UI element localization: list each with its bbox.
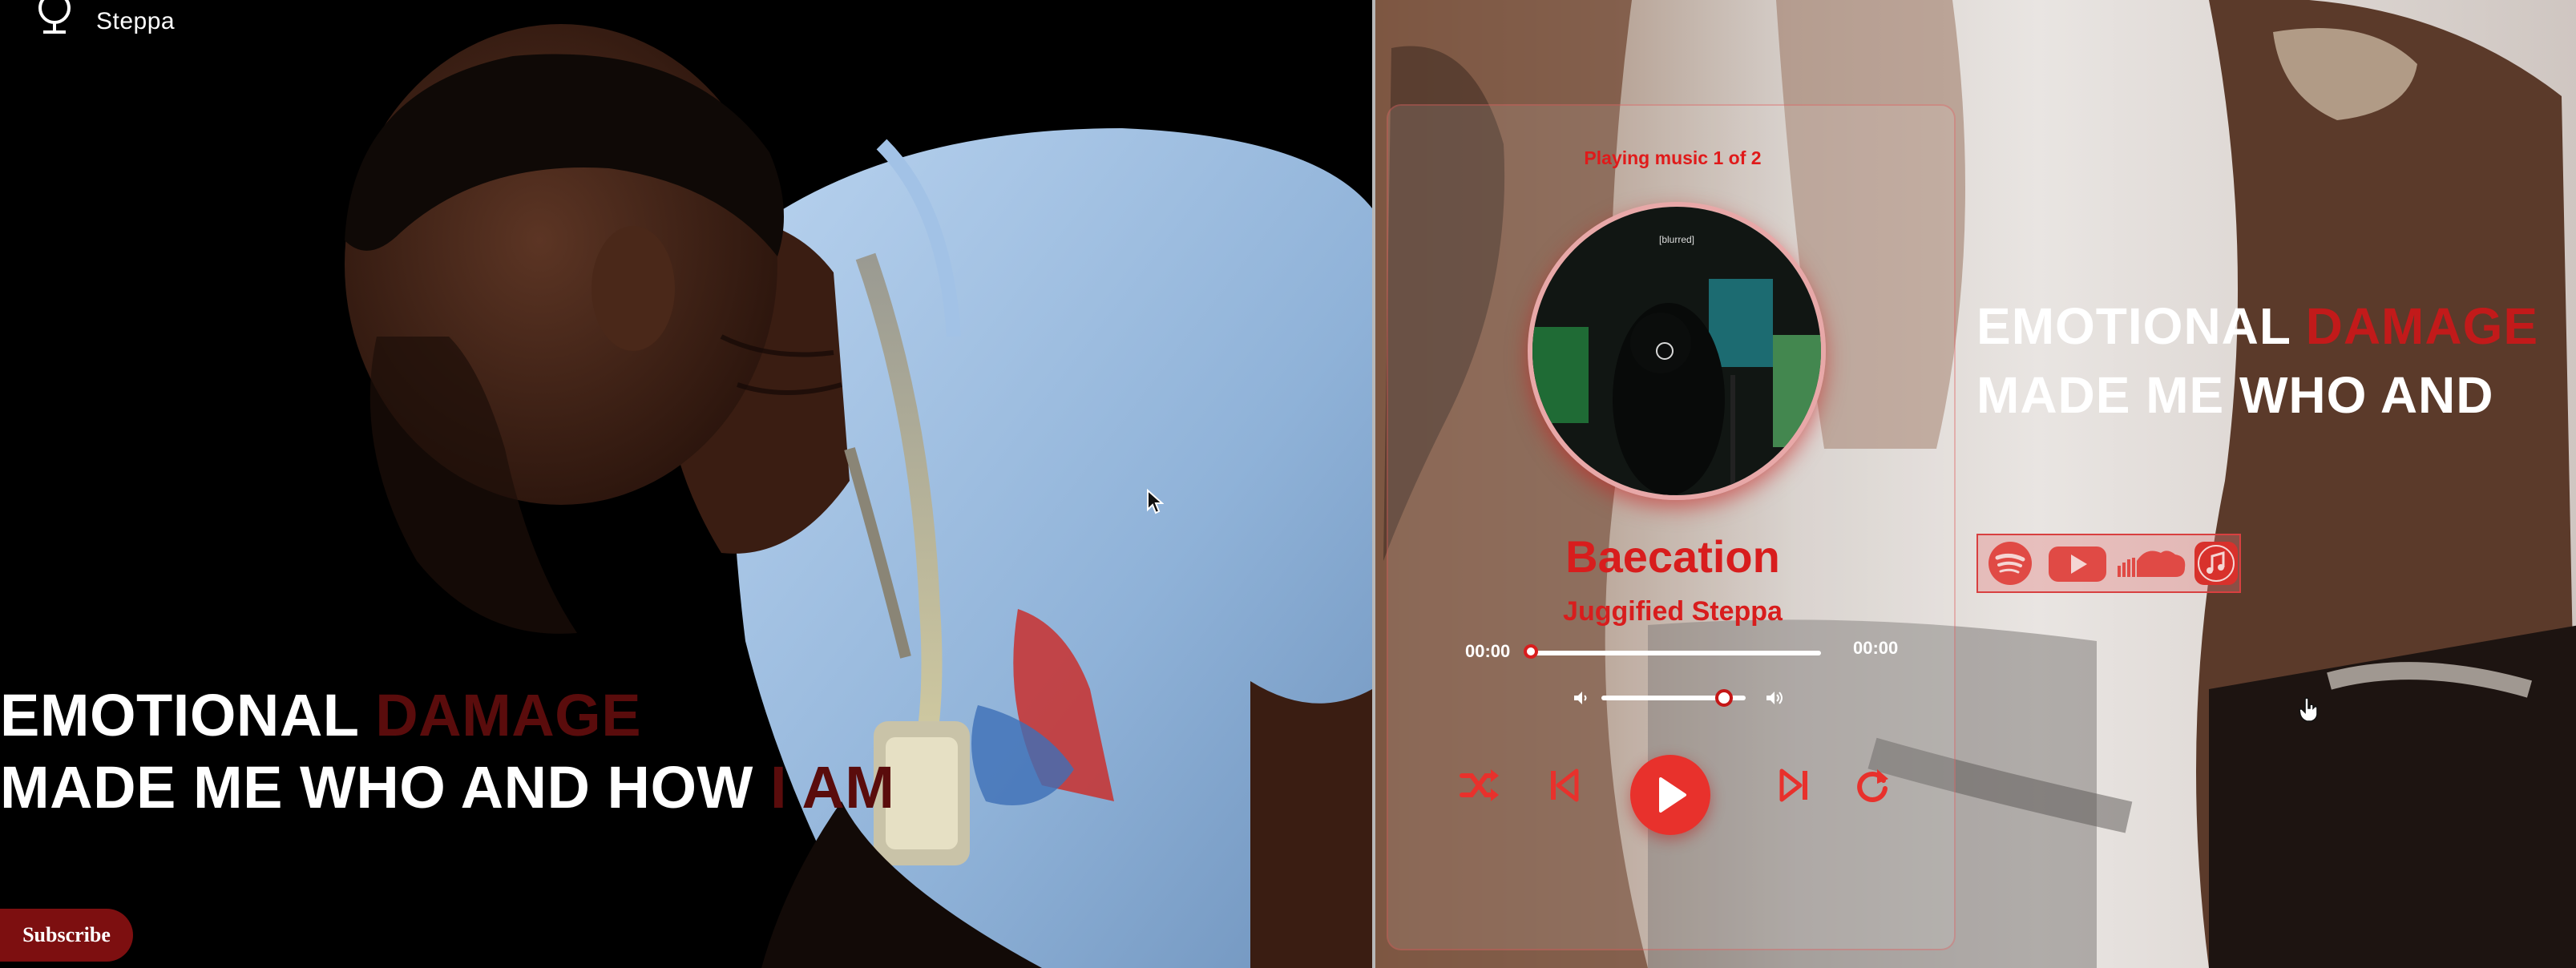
spotify-icon[interactable] [1983,540,2037,587]
microphone-icon [38,0,71,34]
previous-icon[interactable] [1548,768,1579,803]
headline-line-2: MADE ME WHO AND HOW I AM [0,754,895,821]
playing-status: Playing music 1 of 2 [1584,147,1762,168]
headline-line-2: MADE ME WHO AND [1976,366,2494,424]
volume-up-icon[interactable] [1765,689,1786,707]
play-button[interactable] [1630,755,1710,835]
song-artist: Juggified Steppa [1563,596,1783,627]
headline-accent: DAMAGE [2305,297,2539,355]
headline-line-1: EMOTIONAL DAMAGE [1976,297,2539,355]
next-icon[interactable] [1779,768,1810,803]
shuffle-icon[interactable] [1459,768,1500,805]
album-cover-label: [blurred] [1659,234,1694,245]
hero-headline: EMOTIONAL DAMAGE MADE ME WHO AND HOW I A… [0,680,894,824]
volume-slider[interactable] [1601,689,1746,707]
progress-thumb[interactable] [1524,644,1538,659]
music-player-card: Playing music 1 of 2 [blurred] Baecation… [1387,104,1956,950]
progress-bar[interactable] [1524,644,1821,659]
headline-accent: I AM [769,754,895,821]
subscribe-button[interactable]: Subscribe [0,909,133,962]
song-title: Baecation [1565,531,1780,582]
headline-accent: DAMAGE [375,682,642,748]
apple-music-icon[interactable] [2193,540,2239,587]
brand-name: Steppa [96,8,176,34]
play-icon [1659,777,1686,813]
soundcloud-icon[interactable] [2114,540,2188,587]
player-section: Playing music 1 of 2 [blurred] Baecation… [1372,0,2576,968]
volume-thumb[interactable] [1715,689,1733,707]
hero-headline-secondary: EMOTIONAL DAMAGE MADE ME WHO AND [1976,292,2538,430]
volume-down-icon[interactable] [1573,689,1590,707]
hand-cursor-icon [2299,697,2318,722]
album-art: [blurred] [1528,202,1826,500]
hero-section: Steppa EMOTIONAL DAMAGE MADE ME WHO AND … [0,0,1372,968]
brand-logo[interactable]: Steppa [29,0,175,38]
headline-line-1: EMOTIONAL DAMAGE [0,682,642,748]
current-time: 00:00 [1465,641,1511,661]
youtube-icon[interactable] [2047,540,2108,587]
mouse-cursor-icon [1147,489,1164,514]
album-cover-image: [blurred] [1532,207,1821,495]
repeat-icon[interactable] [1855,766,1890,805]
streaming-platforms [1976,534,2241,593]
total-time: 00:00 [1853,638,1899,658]
